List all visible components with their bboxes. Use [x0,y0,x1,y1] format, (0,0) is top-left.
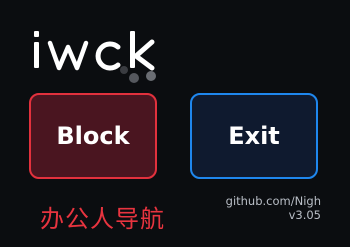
iwck-logo: iwck [28,28,188,90]
version-label: v3.05 [288,208,321,222]
app-name-cn: 办公人导航 [40,205,165,233]
block-button[interactable]: Block [29,93,157,179]
app-meta: github.com/Nigh v3.05 [226,194,321,222]
exit-button[interactable]: Exit [190,93,318,179]
block-button-label: Block [56,122,130,150]
exit-button-label: Exit [228,122,280,150]
logo-icon [34,31,156,83]
app-window: iwck Block Exit github.com/Nigh v3.05 办公… [0,0,350,247]
repo-link[interactable]: github.com/Nigh [226,194,321,208]
